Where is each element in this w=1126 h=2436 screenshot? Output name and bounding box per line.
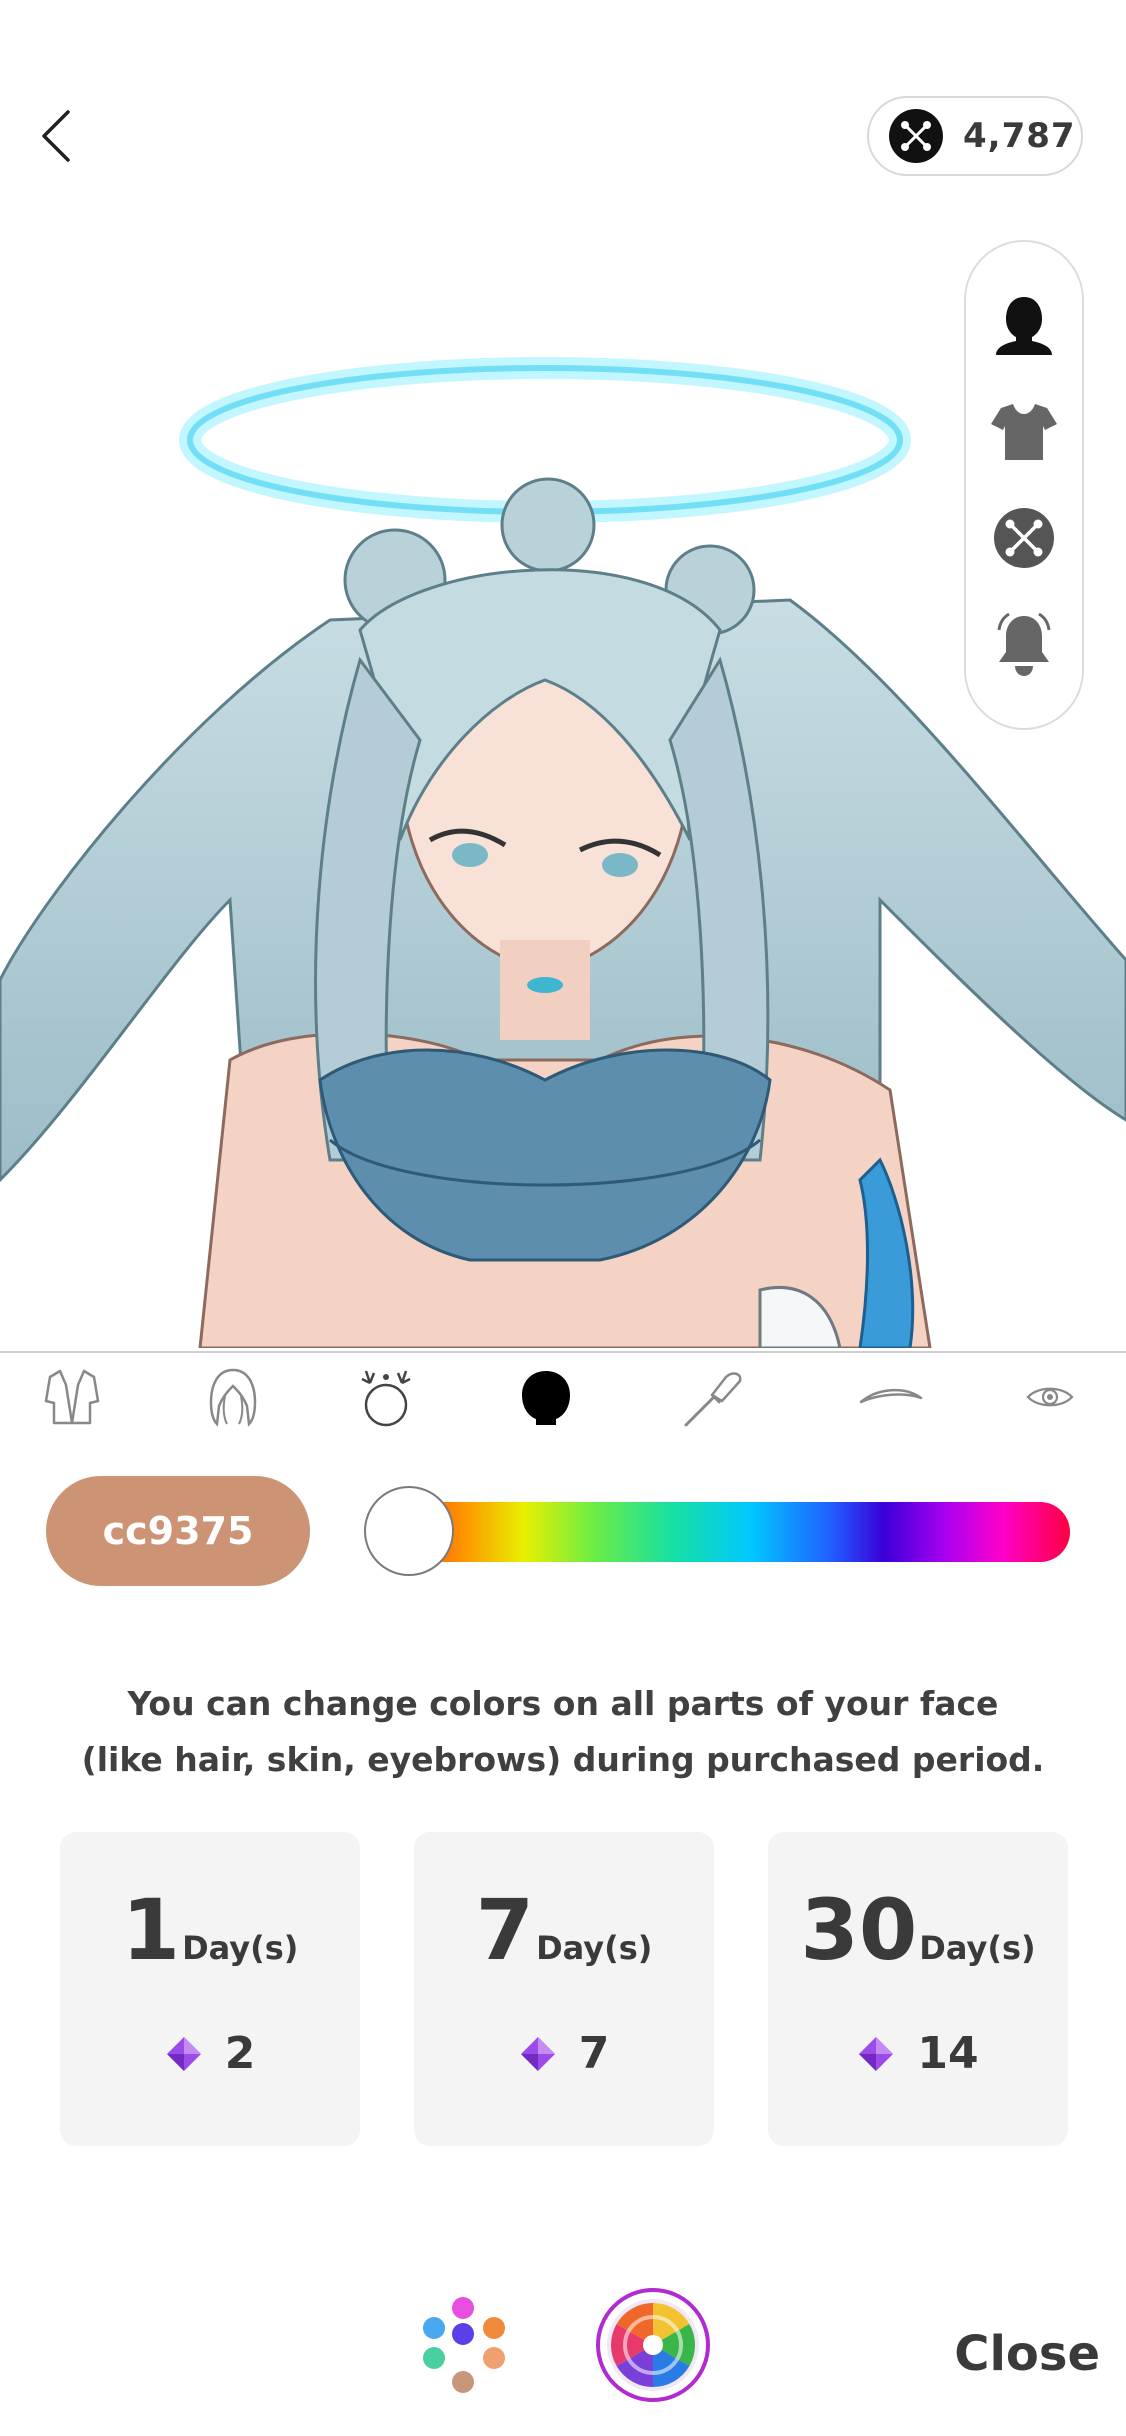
plan-duration: 30	[800, 1881, 918, 1979]
plan-unit: Day(s)	[182, 1929, 299, 1967]
description-line-2: (like hair, skin, eyebrows) during purch…	[81, 1740, 1045, 1779]
coin-balance[interactable]: 4,787	[867, 96, 1083, 176]
tab-accessory[interactable]	[346, 1362, 426, 1432]
plan-duration: 1	[121, 1881, 181, 1979]
tshirt-icon	[991, 403, 1057, 460]
tab-outfit[interactable]	[32, 1362, 112, 1432]
hair-icon	[209, 1368, 257, 1427]
eyebrow-icon	[859, 1388, 923, 1404]
plan-card-30-day[interactable]: 30 Day(s) 14	[768, 1832, 1068, 2146]
hex-color-chip[interactable]: cc9375	[46, 1476, 310, 1586]
tab-hair[interactable]	[193, 1362, 273, 1432]
divider	[0, 1351, 1126, 1353]
plan-unit: Day(s)	[919, 1929, 1036, 1967]
crossed-tools-icon	[889, 109, 943, 163]
plan-price: 14	[917, 2028, 979, 2079]
color-description: You can change colors on all parts of yo…	[60, 1676, 1066, 1788]
plan-unit: Day(s)	[536, 1929, 653, 1967]
side-item-face[interactable]	[984, 285, 1064, 365]
gem-icon	[859, 2036, 894, 2071]
coin-amount: 4,787	[963, 116, 1076, 156]
description-line-1: You can change colors on all parts of yo…	[127, 1684, 999, 1723]
accessory-icon	[361, 1370, 411, 1427]
plan-card-7-day[interactable]: 7 Day(s) 7	[414, 1832, 714, 2146]
plan-price: 2	[224, 2028, 256, 2079]
tab-eyebrow[interactable]	[846, 1362, 936, 1432]
back-button[interactable]	[30, 100, 80, 172]
face-silhouette-icon	[996, 297, 1052, 356]
plan-price: 7	[578, 2028, 610, 2079]
eye-icon	[1026, 1387, 1074, 1407]
gem-icon	[166, 2036, 201, 2071]
color-wheel-icon	[607, 2299, 699, 2391]
tab-makeup[interactable]	[674, 1362, 754, 1432]
chevron-left-icon	[42, 110, 70, 162]
hue-slider-track[interactable]	[404, 1502, 1070, 1562]
face-icon	[522, 1371, 570, 1425]
hue-slider-thumb[interactable]	[364, 1486, 454, 1576]
side-item-notifications[interactable]	[984, 605, 1064, 685]
plan-duration: 7	[475, 1881, 535, 1979]
color-wheel-button[interactable]	[596, 2288, 710, 2402]
side-item-tools[interactable]	[984, 498, 1064, 578]
bell-icon	[997, 612, 1051, 676]
parts-tab-bar	[0, 1362, 1126, 1432]
close-button[interactable]: Close	[920, 2326, 1100, 2396]
character-avatar	[0, 200, 1126, 1348]
outfit-icon	[44, 1369, 100, 1425]
makeup-brush-icon	[684, 1372, 742, 1427]
palette-dots-icon	[423, 2297, 505, 2393]
side-item-outfit[interactable]	[984, 392, 1064, 472]
tab-eye[interactable]	[1010, 1362, 1090, 1432]
hue-slider[interactable]	[364, 1474, 1070, 1588]
tab-face[interactable]	[506, 1362, 586, 1432]
plan-card-1-day[interactable]: 1 Day(s) 2	[60, 1832, 360, 2146]
palette-button[interactable]	[410, 2290, 520, 2400]
gem-icon	[520, 2036, 555, 2071]
crossed-tools-icon	[994, 508, 1054, 569]
side-menu	[964, 240, 1084, 730]
